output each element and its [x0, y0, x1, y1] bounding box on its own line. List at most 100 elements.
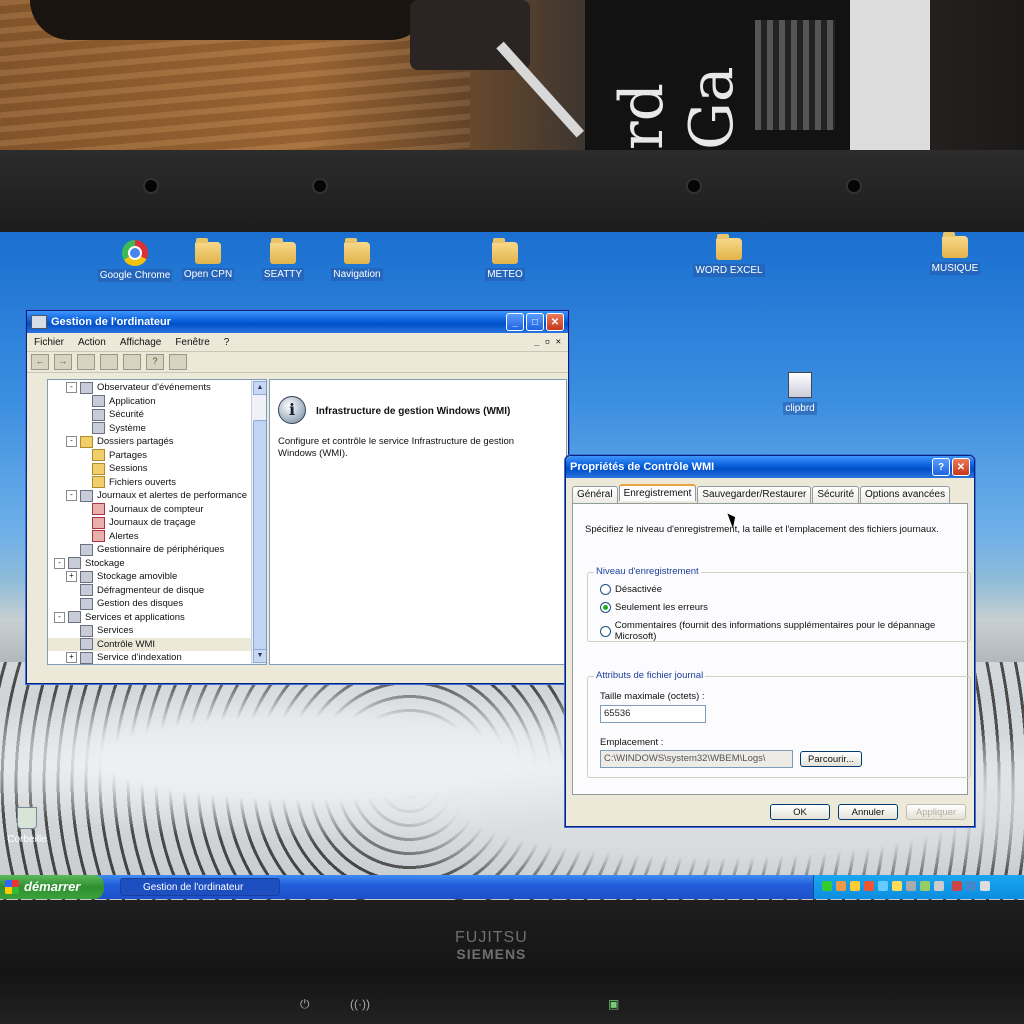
browse-button[interactable]: Parcourir... [800, 751, 862, 767]
tree-node[interactable]: - Journaux et alertes de performance [48, 489, 266, 503]
collapse-toggle-icon[interactable]: - [66, 490, 77, 502]
chrome-icon [122, 240, 148, 266]
start-button[interactable]: démarrer [0, 875, 104, 899]
ok-button[interactable]: OK [770, 804, 830, 820]
menu-action[interactable]: Action [71, 337, 113, 348]
expand-toggle-icon[interactable]: + [66, 652, 77, 664]
radio-dot-selected [600, 602, 611, 613]
tray-icon[interactable] [850, 881, 860, 891]
tray-icon[interactable] [822, 881, 832, 891]
power-icon: ⏻ [300, 997, 310, 1011]
desktop-icon-navigation[interactable]: Navigation [312, 238, 402, 281]
tree-node[interactable]: - Services et applications [48, 611, 266, 625]
radio-commentaires[interactable]: Commentaires (fournit des informations s… [600, 620, 970, 642]
maximize-button[interactable]: □ [526, 313, 544, 331]
tray-icon[interactable] [906, 881, 916, 891]
show-tree-icon[interactable] [100, 354, 118, 370]
desktop-icon-recycle-bin[interactable]: Corbeille [0, 807, 72, 846]
tab-options-avancees[interactable]: Options avancées [860, 486, 951, 503]
tree-node[interactable]: Journaux de compteur [48, 503, 266, 517]
tree-node[interactable]: Services [48, 624, 266, 638]
tree-node-label: Journaux de compteur [109, 503, 204, 515]
back-arrow-icon[interactable]: ← [31, 354, 49, 370]
menu-help[interactable]: ? [217, 337, 237, 348]
collapse-toggle-icon[interactable]: - [54, 557, 65, 569]
window-titlebar[interactable]: Gestion de l'ordinateur _ □ ✕ [27, 311, 568, 333]
scroll-up-arrow-icon[interactable]: ▲ [253, 381, 266, 395]
tray-icon[interactable] [878, 881, 888, 891]
desktop-icon-clipbrd[interactable]: clipbrd [755, 372, 845, 415]
tab-securite[interactable]: Sécurité [812, 486, 860, 503]
tree-node[interactable]: Partages [48, 449, 266, 463]
dialog-titlebar[interactable]: Propriétés de Contrôle WMI ? ✕ [566, 456, 974, 478]
tray-icon[interactable] [980, 881, 990, 891]
radio-seulement-erreurs[interactable]: Seulement les erreurs [600, 602, 708, 613]
help-button[interactable]: ? [932, 458, 950, 476]
export-list-icon[interactable] [169, 354, 187, 370]
dialog-title: Propriétés de Contrôle WMI [570, 461, 715, 473]
tree-node[interactable]: Sécurité [48, 408, 266, 422]
folder-icon [492, 238, 518, 264]
tray-icon[interactable] [864, 881, 874, 891]
menu-fichier[interactable]: Fichier [27, 337, 71, 348]
tray-icon[interactable] [836, 881, 846, 891]
collapse-toggle-icon[interactable]: - [66, 382, 77, 394]
tab-enregistrement[interactable]: Enregistrement [618, 484, 697, 501]
collapse-toggle-icon[interactable]: - [66, 436, 77, 448]
tree-node-label: Journaux et alertes de performance [97, 490, 247, 502]
desktop-icon-word-excel[interactable]: WORD EXCEL [684, 234, 774, 277]
tray-icon[interactable] [934, 881, 944, 891]
scroll-thumb[interactable] [253, 420, 266, 652]
tree-node[interactable]: Fichiers ouverts [48, 476, 266, 490]
tab-general[interactable]: Général [572, 486, 618, 503]
tree-node[interactable]: Alertes [48, 530, 266, 544]
tree-node[interactable]: + Service d'indexation [48, 651, 266, 664]
menu-affichage[interactable]: Affichage [113, 337, 169, 348]
desktop-icon-meteo[interactable]: METEO [460, 238, 550, 281]
scroll-down-arrow-icon[interactable]: ▼ [253, 649, 266, 663]
menu-fenetre[interactable]: Fenêtre [168, 337, 216, 348]
red-icon [92, 516, 105, 529]
tree-rows: - Observateur d'événements Application Sécu… [48, 380, 266, 664]
tree-scrollbar[interactable]: ▲ ▼ [251, 380, 266, 664]
tree-node[interactable]: - Observateur d'événements [48, 381, 266, 395]
help-icon[interactable]: ? [146, 354, 164, 370]
tray-icon[interactable] [920, 881, 930, 891]
tree-node[interactable]: - Dossiers partagés [48, 435, 266, 449]
tree-node[interactable]: - Stockage [48, 557, 266, 571]
group-label: Attributs de fichier journal [594, 670, 706, 681]
desktop-icon-musique[interactable]: MUSIQUE [910, 232, 1000, 275]
close-button[interactable]: ✕ [952, 458, 970, 476]
minimize-button[interactable]: _ [506, 313, 524, 331]
max-size-input[interactable]: 65536 [600, 705, 706, 723]
close-button[interactable]: ✕ [546, 313, 564, 331]
tree-node[interactable]: Gestion des disques [48, 597, 266, 611]
radio-desactivee[interactable]: Désactivée [600, 584, 662, 595]
taskbar-item-computer-management[interactable]: Gestion de l'ordinateur [120, 878, 280, 896]
tray-icon[interactable] [892, 881, 902, 891]
collapse-toggle-icon[interactable]: - [54, 611, 65, 623]
up-folder-icon[interactable] [77, 354, 95, 370]
tray-icon[interactable] [966, 881, 976, 891]
tree-node[interactable]: Gestionnaire de périphériques [48, 543, 266, 557]
location-input[interactable]: C:\WINDOWS\system32\WBEM\Logs\ [600, 750, 793, 768]
tree-node[interactable]: Défragmenteur de disque [48, 584, 266, 598]
mdi-window-controls[interactable]: _ ▫ ✕ [527, 337, 568, 347]
tree-node[interactable]: Journaux de traçage [48, 516, 266, 530]
tray-icon[interactable] [952, 881, 962, 891]
tree-node[interactable]: Système [48, 422, 266, 436]
tree-node-label: Sécurité [109, 409, 144, 421]
poster: rd Ga [585, 0, 855, 150]
wmi-icon [80, 638, 93, 651]
tree-node[interactable]: Application [48, 395, 266, 409]
expand-toggle-icon[interactable]: + [66, 571, 77, 583]
radio-label: Désactivée [615, 584, 662, 595]
forward-arrow-icon[interactable]: → [54, 354, 72, 370]
tree-node[interactable]: Contrôle WMI [48, 637, 266, 651]
tree-node[interactable]: + Stockage amovible [48, 570, 266, 584]
apply-button[interactable]: Appliquer [906, 804, 966, 820]
properties-icon[interactable] [123, 354, 141, 370]
cancel-button[interactable]: Annuler [838, 804, 898, 820]
tree-node[interactable]: Sessions [48, 462, 266, 476]
tab-sauvegarder-restaurer[interactable]: Sauvegarder/Restaurer [697, 486, 812, 503]
